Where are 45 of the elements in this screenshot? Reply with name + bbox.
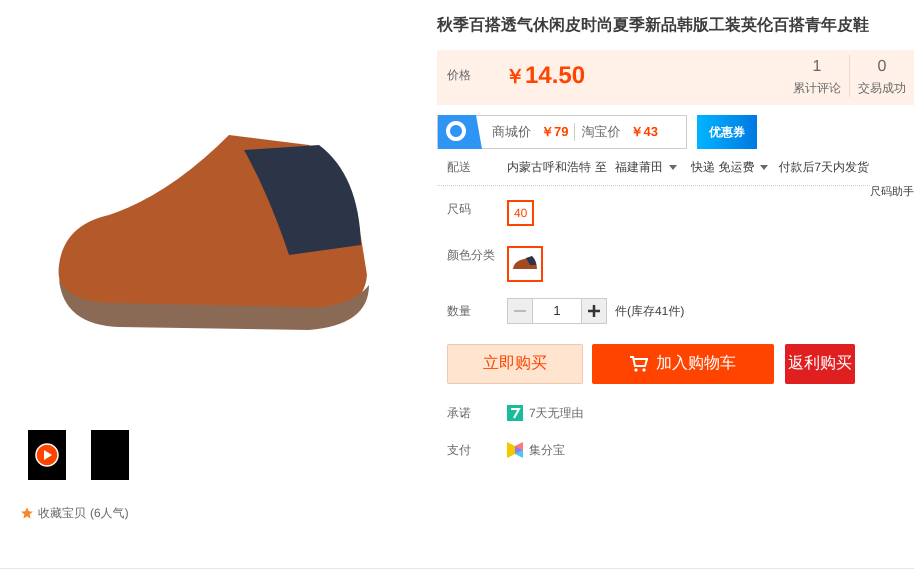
delivery-label: 配送 — [447, 159, 472, 176]
compare-price: ￥43 — [630, 123, 658, 142]
shipping-dropdown[interactable]: 快递 免运费 — [691, 158, 768, 176]
service-text: 集分宝 — [529, 442, 565, 458]
quantity-label: 数量 — [447, 303, 472, 320]
plus-icon — [588, 305, 600, 317]
size-option[interactable]: 40 — [507, 200, 534, 226]
seven-day-icon — [507, 404, 523, 420]
service-label: 承诺 — [447, 404, 472, 422]
size-label: 尺码 — [447, 201, 472, 218]
service-text: 7天无理由 — [529, 404, 584, 422]
compare-price: ￥79 — [541, 123, 568, 142]
cart-icon — [630, 356, 648, 372]
favorite-link[interactable]: 收藏宝贝 — [38, 504, 86, 522]
stat-value: 0 — [878, 57, 886, 77]
video-thumbnail[interactable] — [91, 430, 129, 480]
shipping-time: 付款后7天内发货 — [778, 159, 870, 176]
stat-value: 1 — [812, 57, 822, 77]
to-text: 至 — [595, 159, 607, 176]
video-thumbnail[interactable] — [28, 430, 66, 480]
caret-icon — [760, 164, 768, 170]
compare-label: 商城价 — [492, 123, 531, 142]
price-label: 价格 — [447, 67, 472, 84]
color-swatch[interactable] — [507, 246, 543, 282]
stock-text: 件(库存41件) — [615, 303, 684, 320]
rebate-button[interactable]: 返利购买 — [785, 344, 855, 384]
star-icon — [20, 506, 34, 520]
increase-button[interactable] — [581, 298, 607, 324]
popularity-count: (6人气) — [90, 505, 129, 522]
play-icon — [35, 443, 59, 467]
cart-button[interactable]: 加入购物车 — [592, 344, 774, 384]
app-logo-icon — [438, 115, 482, 149]
caret-icon — [669, 164, 677, 170]
coupon-button[interactable]: 优惠券 — [697, 115, 757, 149]
payment-icon — [507, 442, 523, 458]
compare-label: 淘宝价 — [581, 123, 620, 142]
color-label: 颜色分类 — [447, 247, 496, 264]
minus-icon — [514, 310, 526, 312]
product-title: 秋季百搭透气休闲皮时尚夏季新品韩版工装英伦百搭青年皮鞋 — [437, 15, 870, 36]
stat-label: 累计评论 — [793, 80, 841, 97]
origin-text: 内蒙古呼和浩特 — [507, 159, 591, 176]
stat-label: 交易成功 — [858, 80, 906, 97]
destination-dropdown[interactable]: 福建莆田 — [615, 158, 677, 176]
price: ￥14.50 — [505, 61, 586, 91]
service-label: 支付 — [447, 442, 472, 458]
